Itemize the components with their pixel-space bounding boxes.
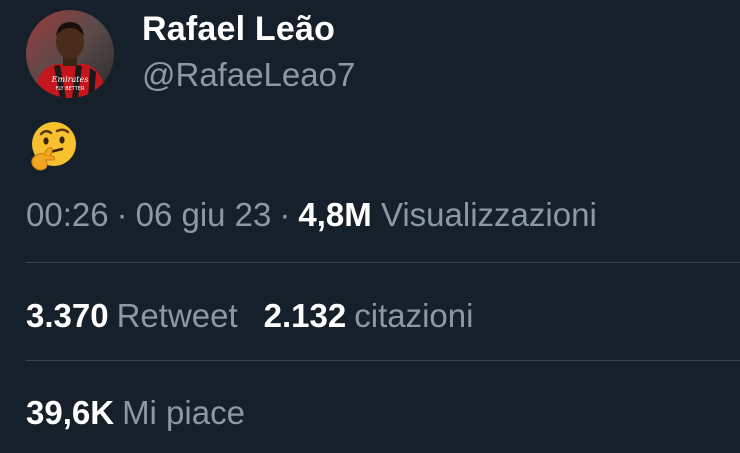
- divider: [26, 262, 740, 263]
- tweet-text: [26, 118, 86, 178]
- avatar[interactable]: Emirates FLY BETTER: [26, 10, 114, 98]
- meta-separator: ·: [116, 196, 128, 233]
- author-display-name[interactable]: Rafael Leão: [142, 9, 335, 49]
- quotes-count: 2.132: [263, 297, 347, 334]
- quotes-label: citazioni: [354, 297, 474, 334]
- profile-photo-icon: Emirates FLY BETTER: [26, 10, 114, 98]
- likes-label: Mi piace: [122, 394, 245, 431]
- author-handle[interactable]: @RafaeLeao7: [142, 55, 355, 95]
- views-count: 4,8M: [298, 196, 372, 233]
- likes-row: 39,6K Mi piace: [26, 392, 271, 434]
- divider: [26, 360, 740, 361]
- retweets-stat[interactable]: 3.370 Retweet: [26, 295, 238, 337]
- likes-stat[interactable]: 39,6K Mi piace: [26, 392, 245, 434]
- tweet-time[interactable]: 00:26: [26, 196, 109, 233]
- quotes-stat[interactable]: 2.132 citazioni: [264, 295, 474, 337]
- jersey-sponsor-text: Emirates: [51, 75, 89, 84]
- jersey-sponsor-subtext: FLY BETTER: [56, 86, 85, 92]
- retweets-label: Retweet: [116, 297, 238, 334]
- tweet-date[interactable]: 06 giu 23: [136, 196, 272, 233]
- retweets-count: 3.370: [26, 297, 109, 334]
- thinking-face-emoji-icon: [31, 122, 76, 171]
- views-label: Visualizzazioni: [380, 196, 597, 233]
- likes-count: 39,6K: [26, 394, 115, 431]
- meta-separator: ·: [279, 196, 291, 233]
- tweet-meta: 00:26 · 06 giu 23 · 4,8M Visualizzazioni: [26, 194, 597, 236]
- engagement-row: 3.370 Retweet 2.132 citazioni: [26, 295, 499, 337]
